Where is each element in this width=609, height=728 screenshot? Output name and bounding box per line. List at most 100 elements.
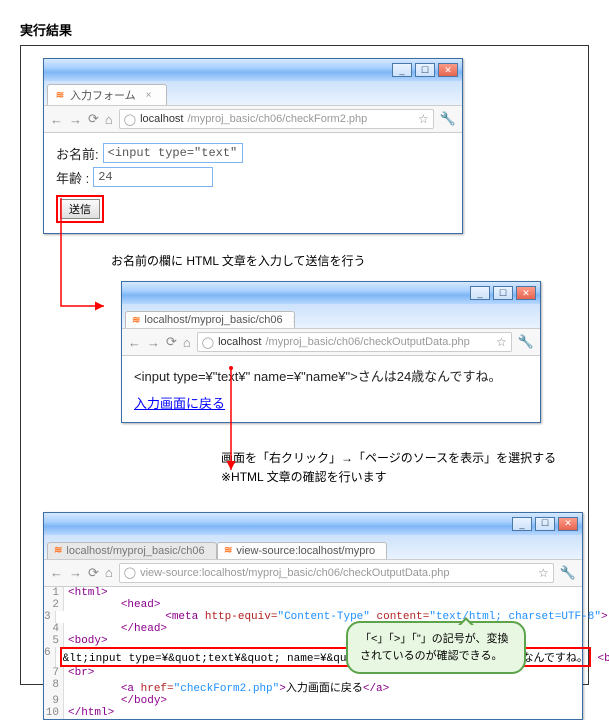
src-l8-av: "checkForm2.php" bbox=[174, 683, 280, 695]
annotation-1: お名前の欄に HTML 文章を入力して送信を行う bbox=[111, 252, 568, 271]
forward-button[interactable]: → bbox=[69, 112, 82, 127]
close-button[interactable]: ✕ bbox=[438, 63, 458, 77]
browser-tab[interactable]: ≋ 入力フォーム × bbox=[47, 84, 167, 105]
browser-window-3: _ ☐ ✕ ≋ localhost/myproj_basic/ch06 ≋ vi… bbox=[43, 512, 583, 720]
home-button[interactable]: ⌂ bbox=[105, 565, 113, 580]
toolbar: ← → ⟳ ⌂ ◯ localhost/myproj_basic/ch06/ch… bbox=[44, 105, 462, 133]
globe-icon: ◯ bbox=[202, 336, 214, 349]
src-l9: </body> bbox=[121, 695, 167, 707]
tab-title: view-source:localhost/mypro bbox=[236, 545, 375, 557]
src-indent bbox=[68, 623, 121, 635]
src-l2: <head> bbox=[121, 599, 161, 611]
src-l3-a1n: http-equiv= bbox=[198, 611, 277, 623]
settings-icon[interactable]: 🔧 bbox=[518, 334, 534, 350]
section-heading: 実行結果 bbox=[20, 20, 589, 39]
src-indent bbox=[68, 599, 121, 611]
reload-button[interactable]: ⟳ bbox=[166, 334, 177, 350]
xampp-icon: ≋ bbox=[132, 314, 140, 326]
input-name[interactable] bbox=[103, 143, 243, 163]
address-bar[interactable]: ◯ localhost/myproj_basic/ch06/checkOutpu… bbox=[197, 332, 512, 352]
tab-bar: ≋ localhost/myproj_basic/ch06 × bbox=[122, 304, 540, 328]
src-l10: </html> bbox=[68, 707, 114, 719]
address-bar[interactable]: ◯ view-source:localhost/myproj_basic/ch0… bbox=[119, 563, 554, 583]
browser-tab-2[interactable]: ≋ view-source:localhost/mypro × bbox=[217, 542, 387, 559]
src-indent bbox=[68, 683, 121, 695]
titlebar: _ ☐ ✕ bbox=[122, 282, 540, 304]
url-path: /myproj_basic/ch06/checkForm2.php bbox=[188, 113, 368, 125]
xampp-icon: ≋ bbox=[224, 545, 232, 557]
minimize-button[interactable]: _ bbox=[512, 517, 532, 531]
label-age: 年齢 : bbox=[56, 168, 89, 187]
src-l5: <body> bbox=[68, 635, 108, 647]
input-age[interactable] bbox=[93, 167, 213, 187]
globe-icon: ◯ bbox=[124, 566, 136, 579]
back-button[interactable]: ← bbox=[50, 112, 63, 127]
xampp-icon: ≋ bbox=[54, 89, 66, 101]
src-l7: <br> bbox=[68, 667, 94, 679]
maximize-button[interactable]: ☐ bbox=[535, 517, 555, 531]
tab-close-icon[interactable]: × bbox=[385, 545, 387, 556]
page-body: お名前: 年齢 : 送信 bbox=[44, 133, 462, 233]
titlebar: _ ☐ ✕ bbox=[44, 59, 462, 81]
settings-icon[interactable]: 🔧 bbox=[560, 565, 576, 581]
bookmark-icon[interactable]: ☆ bbox=[418, 112, 429, 126]
bookmark-icon[interactable]: ☆ bbox=[538, 566, 549, 580]
src-l1: <html> bbox=[68, 587, 108, 599]
tab-title: localhost/myproj_basic/ch06 bbox=[66, 545, 204, 557]
back-link[interactable]: 入力画面に戻る bbox=[134, 396, 225, 411]
url-full: view-source:localhost/myproj_basic/ch06/… bbox=[140, 567, 449, 579]
src-l8-open: <a bbox=[121, 683, 134, 695]
reload-button[interactable]: ⟳ bbox=[88, 111, 99, 127]
tab-title: localhost/myproj_basic/ch06 bbox=[144, 314, 282, 326]
src-l8-close: > bbox=[279, 683, 286, 695]
back-button[interactable]: ← bbox=[128, 335, 141, 350]
forward-button[interactable]: → bbox=[69, 565, 82, 580]
close-button[interactable]: ✕ bbox=[516, 286, 536, 300]
submit-highlight: 送信 bbox=[56, 195, 104, 223]
browser-window-1: _ ☐ ✕ ≋ 入力フォーム × ← → ⟳ ⌂ ◯ localhost/myp… bbox=[43, 58, 463, 234]
url-host: localhost bbox=[218, 336, 261, 348]
src-l3-tag: <meta bbox=[165, 611, 198, 623]
toolbar: ← → ⟳ ⌂ ◯ localhost/myproj_basic/ch06/ch… bbox=[122, 328, 540, 356]
output-text: <input type=¥"text¥" name=¥"name¥">さんは24… bbox=[134, 366, 528, 385]
src-l6-br: <br> bbox=[598, 653, 609, 665]
back-button[interactable]: ← bbox=[50, 565, 63, 580]
minimize-button[interactable]: _ bbox=[470, 286, 490, 300]
tab-bar: ≋ 入力フォーム × bbox=[44, 81, 462, 105]
titlebar: _ ☐ ✕ bbox=[44, 513, 582, 535]
src-indent bbox=[68, 695, 121, 707]
submit-button[interactable]: 送信 bbox=[60, 199, 100, 219]
bookmark-icon[interactable]: ☆ bbox=[496, 335, 507, 349]
annotation-2: 画面を「右クリック」→「ページのソースを表示」を選択する ※HTML 文章の確認… bbox=[221, 449, 568, 487]
settings-icon[interactable]: 🔧 bbox=[440, 111, 456, 127]
url-path: /myproj_basic/ch06/checkOutputData.php bbox=[266, 336, 470, 348]
src-l8-an: href= bbox=[134, 683, 174, 695]
maximize-button[interactable]: ☐ bbox=[493, 286, 513, 300]
minimize-button[interactable]: _ bbox=[392, 63, 412, 77]
page-body: <input type=¥"text¥" name=¥"name¥">さんは24… bbox=[122, 356, 540, 422]
src-l8-text: 入力画面に戻る bbox=[286, 683, 363, 695]
reload-button[interactable]: ⟳ bbox=[88, 565, 99, 581]
url-host: localhost bbox=[140, 113, 183, 125]
browser-tab[interactable]: ≋ localhost/myproj_basic/ch06 × bbox=[125, 311, 295, 328]
tab-bar: ≋ localhost/myproj_basic/ch06 ≋ view-sou… bbox=[44, 535, 582, 559]
toolbar: ← → ⟳ ⌂ ◯ view-source:localhost/myproj_b… bbox=[44, 559, 582, 587]
home-button[interactable]: ⌂ bbox=[183, 335, 191, 350]
globe-icon: ◯ bbox=[124, 113, 136, 126]
tab-close-icon[interactable]: × bbox=[293, 315, 295, 326]
home-button[interactable]: ⌂ bbox=[105, 112, 113, 127]
tab-close-icon[interactable]: × bbox=[146, 90, 152, 101]
maximize-button[interactable]: ☐ bbox=[415, 63, 435, 77]
tab-title: 入力フォーム bbox=[70, 87, 136, 103]
browser-tab-1[interactable]: ≋ localhost/myproj_basic/ch06 bbox=[47, 542, 217, 559]
forward-button[interactable]: → bbox=[147, 335, 160, 350]
close-button[interactable]: ✕ bbox=[558, 517, 578, 531]
xampp-icon: ≋ bbox=[54, 545, 62, 557]
src-l3-end: > bbox=[601, 611, 608, 623]
address-bar[interactable]: ◯ localhost/myproj_basic/ch06/checkForm2… bbox=[119, 109, 434, 129]
src-indent bbox=[60, 611, 166, 623]
label-name: お名前: bbox=[56, 144, 99, 163]
speech-bubble: 「<」「>」「"」の記号が、変換されているのが確認できる。 bbox=[346, 621, 526, 674]
annotation-2a: 画面を「右クリック」→「ページのソースを表示」を選択する bbox=[221, 449, 568, 468]
annotation-2b: ※HTML 文章の確認を行います bbox=[221, 468, 568, 487]
